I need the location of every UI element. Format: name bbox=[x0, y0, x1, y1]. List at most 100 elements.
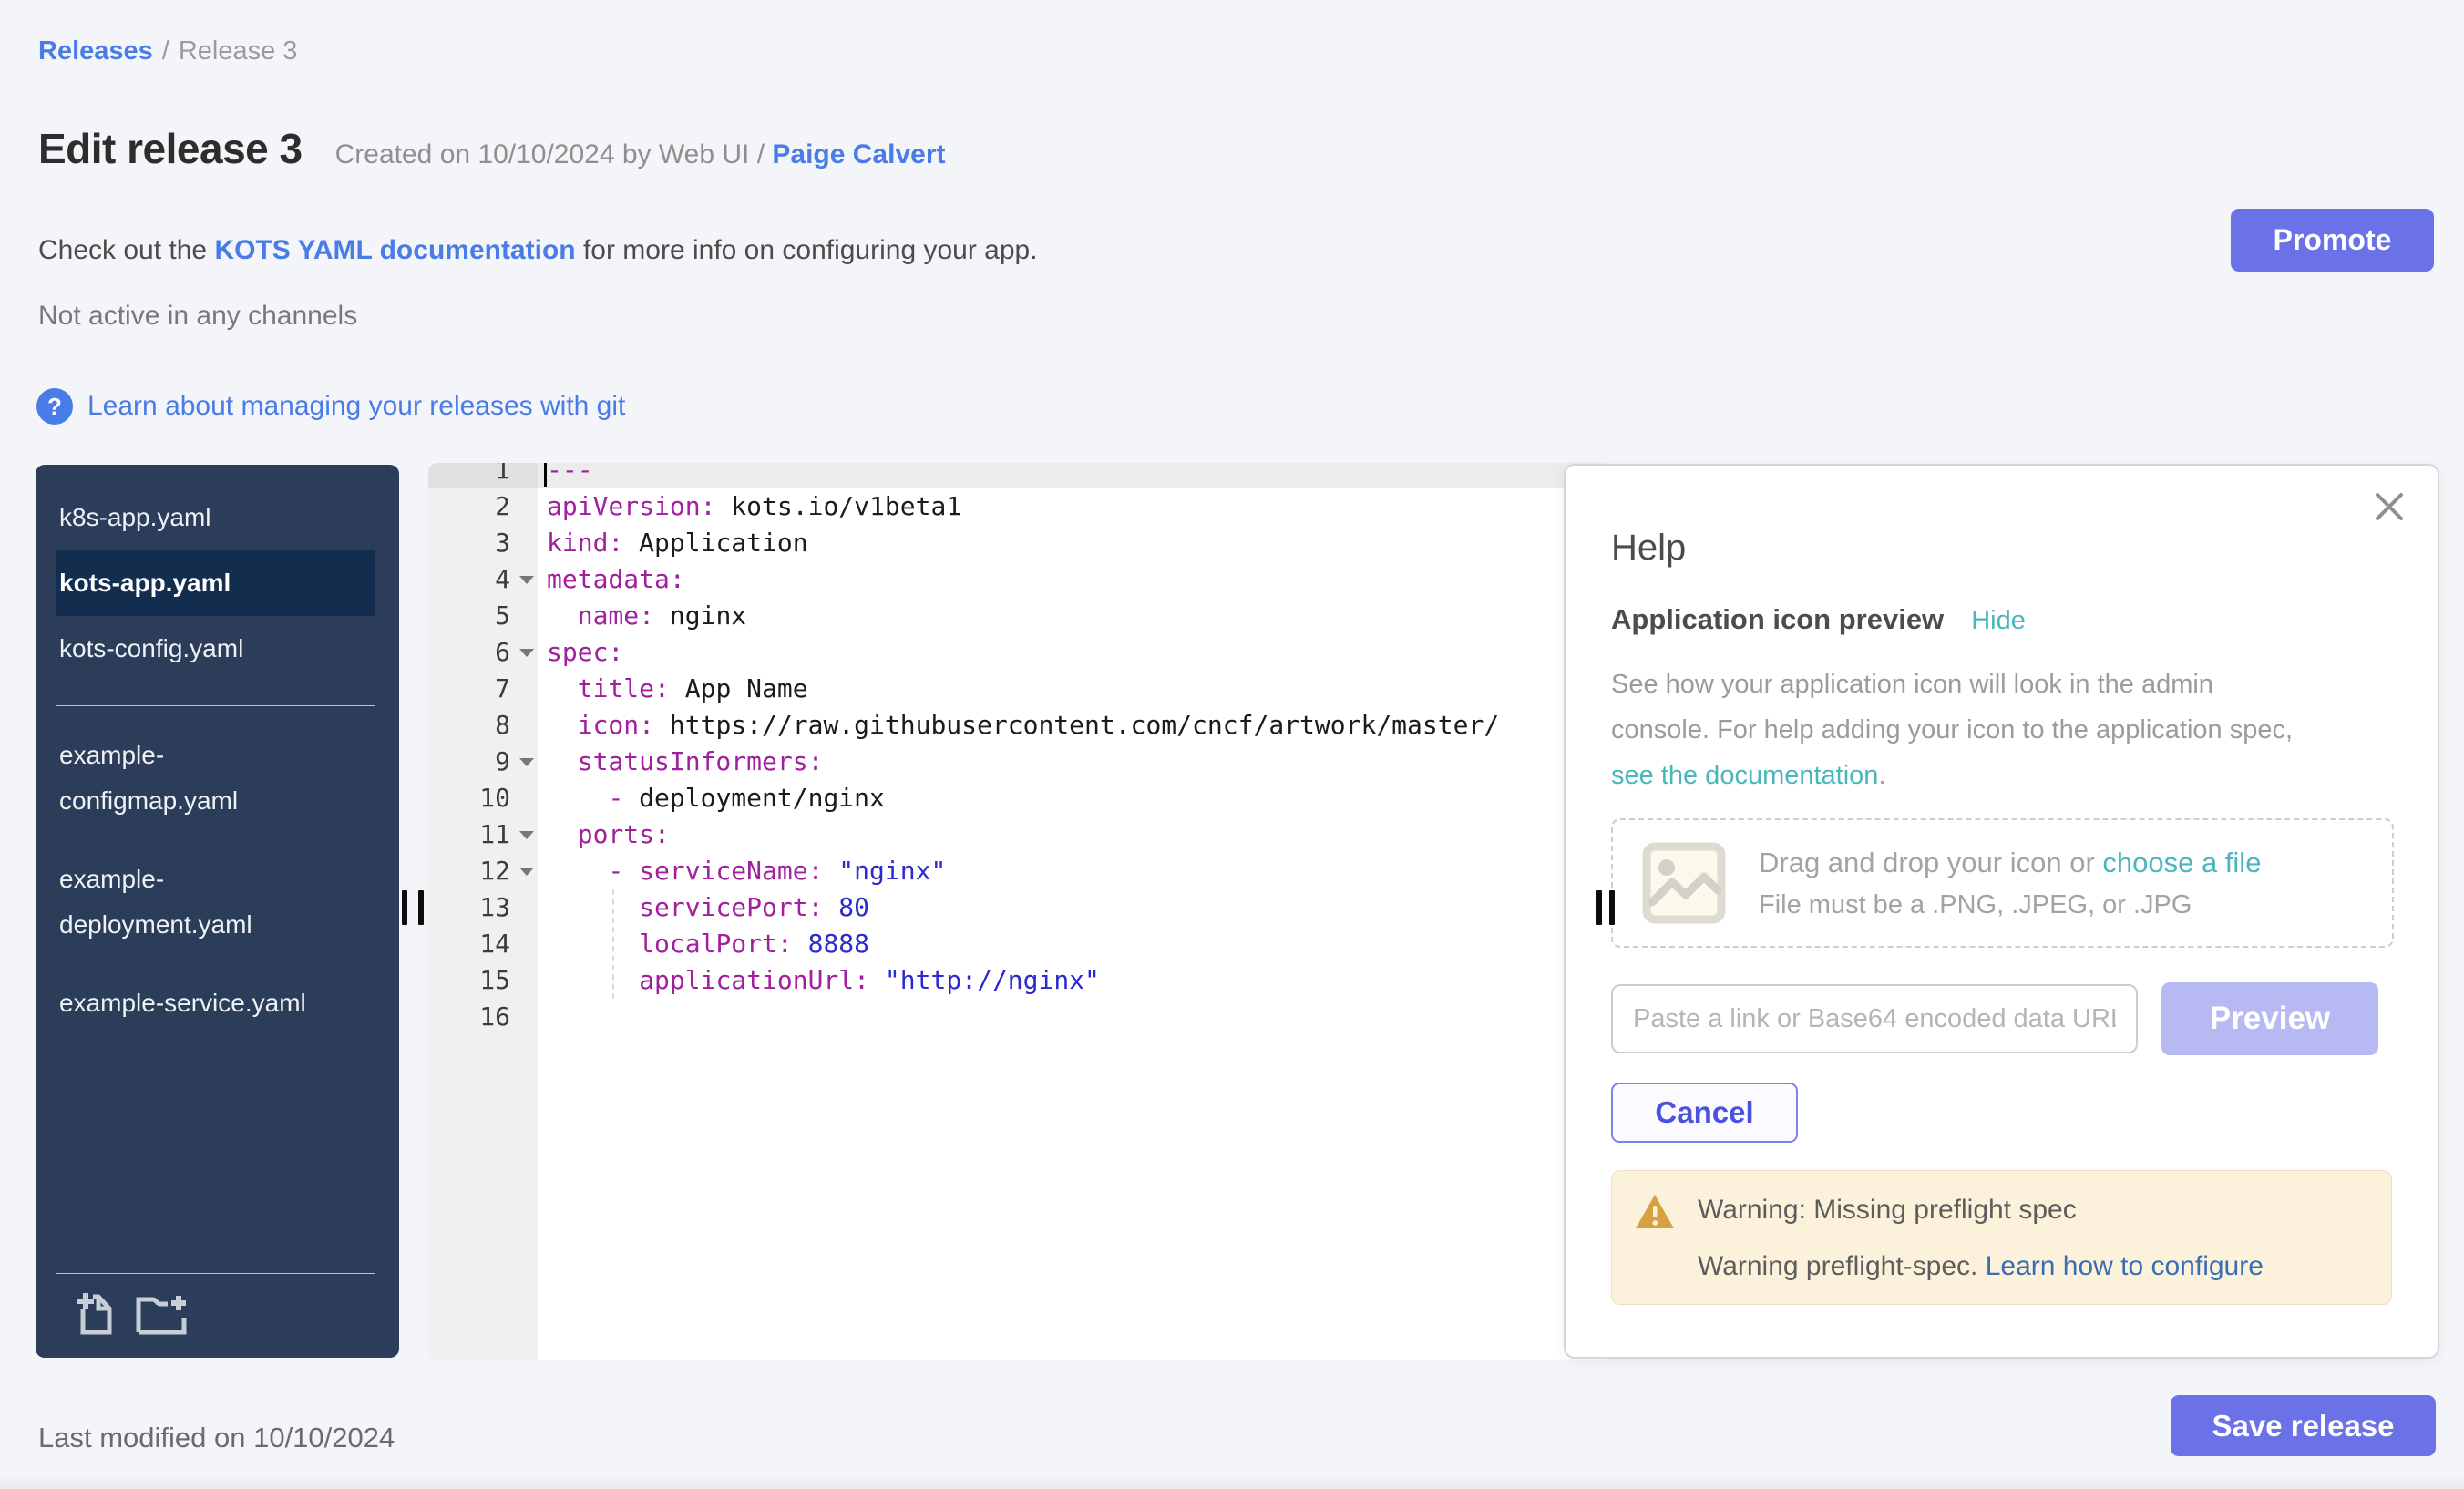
last-modified-text: Last modified on 10/10/2024 bbox=[38, 1422, 395, 1454]
code-line[interactable]: icon: https://raw.githubusercontent.com/… bbox=[538, 707, 1613, 744]
kots-yaml-docs-link[interactable]: KOTS YAML documentation bbox=[214, 235, 575, 265]
choose-file-link[interactable]: choose a file bbox=[2102, 847, 2261, 878]
channel-status: Not active in any channels bbox=[38, 301, 357, 332]
code-line[interactable]: ports: bbox=[538, 816, 1613, 853]
gutter-line-number: 1 bbox=[428, 463, 538, 488]
docs-hint: Check out the KOTS YAML documentation fo… bbox=[38, 235, 1038, 266]
fold-arrow-icon[interactable] bbox=[519, 758, 534, 766]
new-file-icon[interactable] bbox=[75, 1289, 115, 1336]
file-tree-item[interactable]: k8s-app.yaml bbox=[56, 485, 375, 550]
gutter-line-number: 5 bbox=[428, 598, 538, 634]
gutter-line-number: 13 bbox=[428, 889, 538, 926]
editor-code-area[interactable]: ---apiVersion: kots.io/v1beta1kind: Appl… bbox=[538, 463, 1613, 1360]
code-line[interactable]: servicePort: 80 bbox=[538, 889, 1613, 926]
gutter-line-number: 11 bbox=[428, 816, 538, 853]
sidebar-footer bbox=[36, 1273, 399, 1358]
icon-preview-header: Application icon preview Hide bbox=[1611, 603, 2392, 636]
docs-hint-post: for more info on configuring your app. bbox=[576, 235, 1038, 265]
resize-grip-bar bbox=[1609, 890, 1615, 925]
gutter-line-number: 2 bbox=[428, 488, 538, 525]
preflight-warning-box: Warning: Missing preflight spec Warning … bbox=[1611, 1170, 2392, 1305]
docs-hint-pre: Check out the bbox=[38, 235, 214, 265]
code-line[interactable]: metadata: bbox=[538, 561, 1613, 598]
description-period: . bbox=[1878, 761, 1885, 790]
gutter-line-number: 7 bbox=[428, 671, 538, 707]
gutter-line-number: 10 bbox=[428, 780, 538, 816]
close-icon[interactable] bbox=[2372, 489, 2407, 524]
code-line[interactable]: apiVersion: kots.io/v1beta1 bbox=[538, 488, 1613, 525]
file-list-top: k8s-app.yamlkots-app.yamlkots-config.yam… bbox=[36, 465, 399, 682]
icon-preview-description: See how your application icon will look … bbox=[1611, 662, 2392, 798]
file-tree-item[interactable]: kots-config.yaml bbox=[56, 616, 375, 682]
preview-button[interactable]: Preview bbox=[2161, 982, 2378, 1055]
new-folder-icon[interactable] bbox=[135, 1292, 188, 1336]
help-panel: Help Application icon preview Hide See h… bbox=[1564, 464, 2439, 1359]
created-info: Created on 10/10/2024 by Web UI / Paige … bbox=[335, 139, 946, 170]
created-author-link[interactable]: Paige Calvert bbox=[772, 139, 945, 169]
git-help-row[interactable]: ? Learn about managing your releases wit… bbox=[36, 388, 625, 425]
description-line: See how your application icon will look … bbox=[1611, 662, 2392, 707]
save-release-button[interactable]: Save release bbox=[2171, 1395, 2436, 1456]
cancel-button[interactable]: Cancel bbox=[1611, 1083, 1798, 1143]
code-line[interactable]: name: nginx bbox=[538, 598, 1613, 634]
description-line: see the documentation. bbox=[1611, 753, 2392, 798]
code-line[interactable]: kind: Application bbox=[538, 525, 1613, 561]
file-tree-item[interactable]: example-configmap.yaml bbox=[56, 723, 375, 834]
gutter-line-number: 15 bbox=[428, 962, 538, 999]
code-line[interactable]: localPort: 8888 bbox=[538, 926, 1613, 962]
sidebar-footer-icons bbox=[75, 1289, 399, 1336]
configure-preflight-link[interactable]: Learn how to configure bbox=[1986, 1251, 2264, 1281]
resize-grip-bar bbox=[1596, 890, 1602, 925]
code-line[interactable]: - deployment/nginx bbox=[538, 780, 1613, 816]
file-tree-item[interactable]: example-service.yaml bbox=[56, 970, 375, 1036]
gutter-line-number: 14 bbox=[428, 926, 538, 962]
created-prefix: Created on 10/10/2024 by Web UI / bbox=[335, 139, 765, 169]
code-line[interactable]: - serviceName: "nginx" bbox=[538, 853, 1613, 889]
breadcrumb-releases-link[interactable]: Releases bbox=[38, 36, 153, 66]
hide-link[interactable]: Hide bbox=[1971, 606, 2026, 636]
code-line[interactable]: title: App Name bbox=[538, 671, 1613, 707]
file-tree-sidebar: k8s-app.yamlkots-app.yamlkots-config.yam… bbox=[36, 465, 399, 1358]
git-help-link[interactable]: Learn about managing your releases with … bbox=[87, 391, 625, 422]
file-tree-item[interactable]: example-deployment.yaml bbox=[56, 847, 375, 958]
release-editor-page: Releases / Release 3 Edit release 3 Create… bbox=[0, 0, 2464, 1489]
fold-arrow-icon[interactable] bbox=[519, 576, 534, 584]
help-panel-title: Help bbox=[1611, 528, 2392, 569]
breadcrumb-separator: / bbox=[162, 36, 169, 66]
code-line[interactable]: applicationUrl: "http://nginx" bbox=[538, 962, 1613, 999]
icon-dropzone[interactable]: Drag and drop your icon or choose a file… bbox=[1611, 818, 2394, 948]
yaml-editor[interactable]: 12345678910111213141516 ---apiVersion: k… bbox=[428, 463, 1613, 1360]
icon-preview-title: Application icon preview bbox=[1611, 603, 1944, 636]
text-cursor bbox=[544, 463, 547, 487]
code-line[interactable]: spec: bbox=[538, 634, 1613, 671]
editor-help-resize-handle[interactable] bbox=[1596, 890, 1615, 925]
resize-grip-bar bbox=[418, 890, 424, 925]
sidebar-editor-resize-handle[interactable] bbox=[402, 890, 424, 925]
code-line[interactable]: --- bbox=[538, 463, 1613, 488]
fold-arrow-icon[interactable] bbox=[519, 831, 534, 839]
file-tree-item[interactable]: kots-app.yaml bbox=[56, 550, 375, 616]
promote-button[interactable]: Promote bbox=[2231, 209, 2434, 272]
see-documentation-link[interactable]: see the documentation bbox=[1611, 761, 1878, 790]
fold-arrow-icon[interactable] bbox=[519, 868, 534, 876]
warning-title: Warning: Missing preflight spec bbox=[1698, 1193, 2264, 1227]
icon-url-input[interactable] bbox=[1611, 984, 2138, 1053]
sidebar-divider bbox=[56, 705, 375, 706]
fold-arrow-icon[interactable] bbox=[519, 649, 534, 657]
gutter-line-number: 16 bbox=[428, 999, 538, 1035]
gutter-line-number: 12 bbox=[428, 853, 538, 889]
gutter-line-number: 3 bbox=[428, 525, 538, 561]
editor-gutter: 12345678910111213141516 bbox=[428, 463, 538, 1360]
gutter-line-number: 9 bbox=[428, 744, 538, 780]
dropzone-file-types: File must be a .PNG, .JPEG, or .JPG bbox=[1759, 890, 2261, 920]
dropzone-text: Drag and drop your icon or choose a file… bbox=[1759, 847, 2261, 920]
image-placeholder-icon bbox=[1642, 842, 1726, 924]
dropzone-instruction: Drag and drop your icon or bbox=[1759, 847, 2102, 878]
code-line[interactable]: statusInformers: bbox=[538, 744, 1613, 780]
page-title: Edit release 3 bbox=[38, 124, 303, 173]
breadcrumb-current: Release 3 bbox=[179, 36, 298, 66]
file-list-bottom: example-configmap.yaml example-deployment… bbox=[36, 723, 399, 1036]
resize-grip-bar bbox=[402, 890, 407, 925]
warning-triangle-icon bbox=[1634, 1193, 1676, 1231]
code-line[interactable] bbox=[538, 999, 1613, 1035]
